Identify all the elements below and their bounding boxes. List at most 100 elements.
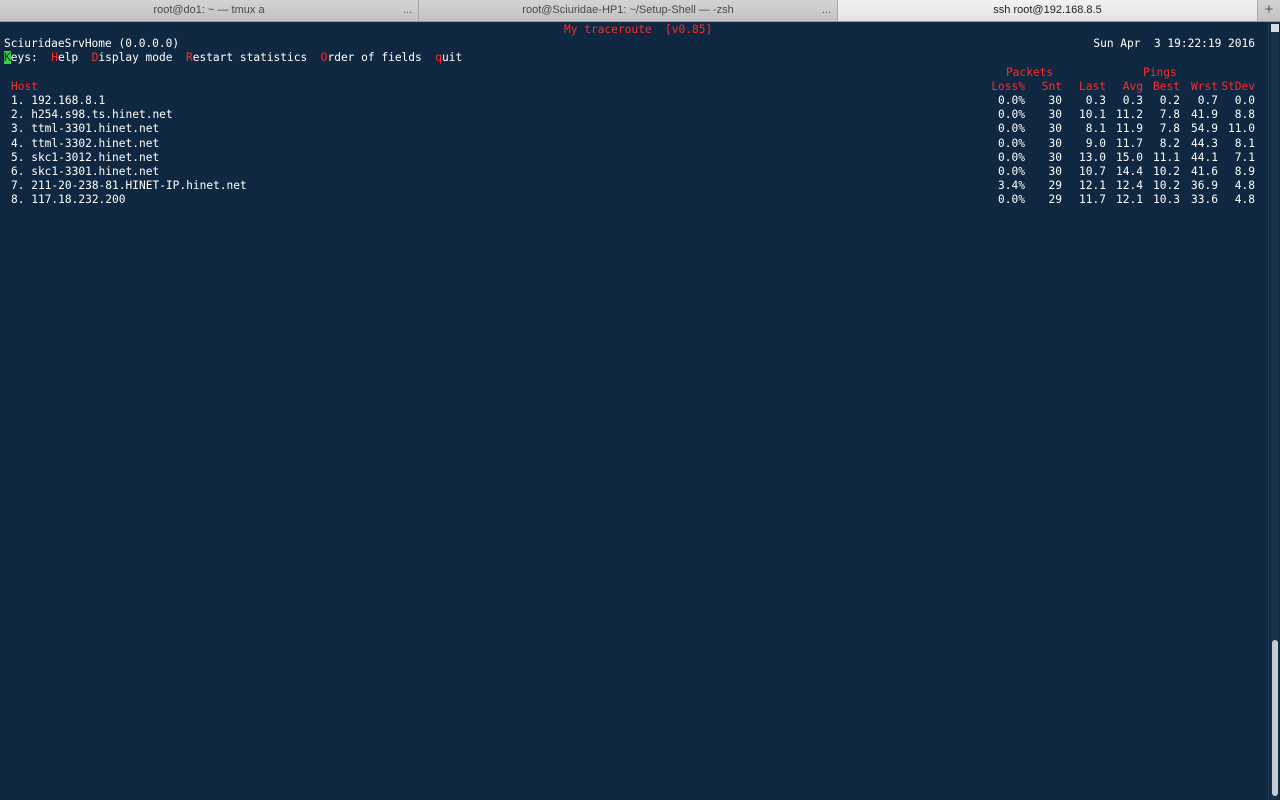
hop-host: 1. 192.168.8.1: [11, 94, 106, 107]
hop-last: 11.7: [1079, 193, 1106, 207]
hop-host: 2. h254.s98.ts.hinet.net: [11, 108, 173, 122]
key-restart[interactable]: R: [186, 51, 193, 64]
hop-stdev: 8.9: [1234, 165, 1255, 178]
hop-loss: 0.0%: [998, 122, 1025, 136]
hop-last: 13.0: [1079, 150, 1106, 164]
key-help[interactable]: H: [51, 51, 58, 64]
col-best: Best: [1153, 80, 1180, 93]
hop-stdev: 4.8: [1234, 179, 1255, 193]
hop-avg: 11.2: [1116, 108, 1143, 122]
hop-avg: 12.4: [1116, 179, 1143, 193]
keys-label: eys:: [10, 51, 38, 64]
hop-host: 6. skc1-3301.hinet.net: [11, 165, 160, 178]
hop-loss: 0.0%: [998, 150, 1025, 164]
tab-tmux[interactable]: root@do1: ~ — tmux a ...: [0, 0, 419, 21]
tab-more-icon[interactable]: ...: [822, 0, 831, 21]
hop-wrst: 44.3: [1191, 136, 1218, 150]
hop-host: 8. 117.18.232.200: [11, 193, 126, 207]
hop-snt: 30: [1048, 165, 1062, 178]
hop-loss: 0.0%: [998, 165, 1025, 178]
col-avg: Avg: [1122, 80, 1143, 93]
hop-last: 10.7: [1079, 165, 1106, 178]
hop-wrst: 0.7: [1197, 94, 1218, 107]
col-loss: Loss%: [991, 80, 1025, 93]
cursor: K: [4, 51, 11, 64]
tab-ssh[interactable]: ssh root@192.168.8.5: [838, 0, 1258, 21]
hop-snt: 29: [1048, 179, 1062, 193]
hop-best: 10.2: [1153, 179, 1180, 193]
hop-loss: 0.0%: [998, 193, 1025, 207]
scrollbar[interactable]: [1268, 22, 1280, 800]
tab-title: ssh root@192.168.8.5: [993, 4, 1102, 16]
hop-stdev: 8.1: [1234, 136, 1255, 150]
local-host: SciuridaeSrvHome (0.0.0.0): [4, 37, 180, 50]
scrollbar-thumb[interactable]: [1272, 640, 1278, 796]
hop-wrst: 44.1: [1191, 150, 1218, 164]
hop-host: 4. ttml-3302.hinet.net: [11, 136, 160, 150]
hop-snt: 29: [1048, 193, 1062, 207]
hop-avg: 15.0: [1116, 150, 1143, 164]
hop-host: 5. skc1-3012.hinet.net: [11, 150, 160, 164]
hop-last: 8.1: [1085, 122, 1106, 136]
group-packets: Packets: [1006, 66, 1054, 79]
tab-zsh[interactable]: root@Sciuridae-HP1: ~/Setup-Shell — -zsh…: [419, 0, 838, 21]
hop-snt: 30: [1048, 122, 1062, 136]
hop-host: 7. 211-20-238-81.HINET-IP.hinet.net: [11, 179, 247, 193]
hop-best: 7.8: [1159, 108, 1180, 122]
hop-stdev: 7.1: [1234, 150, 1255, 164]
hop-wrst: 33.6: [1191, 193, 1218, 207]
hop-avg: 11.9: [1116, 122, 1143, 136]
col-stdev: StDev: [1221, 80, 1255, 93]
tab-title: root@Sciuridae-HP1: ~/Setup-Shell — -zsh: [522, 4, 734, 16]
hop-stdev: 11.0: [1228, 122, 1255, 136]
hop-wrst: 41.6: [1191, 165, 1218, 178]
hop-best: 11.1: [1153, 150, 1180, 164]
datetime: Sun Apr 3 19:22:19 2016: [1093, 37, 1255, 50]
hop-snt: 30: [1048, 94, 1062, 107]
hop-avg: 14.4: [1116, 165, 1143, 178]
hop-loss: 3.4%: [998, 179, 1025, 193]
hop-stdev: 0.0: [1234, 94, 1255, 107]
hop-last: 0.3: [1085, 94, 1106, 107]
hop-wrst: 41.9: [1191, 108, 1218, 122]
hop-stdev: 8.8: [1234, 108, 1255, 122]
tab-bar: root@do1: ~ — tmux a ... root@Sciuridae-…: [0, 0, 1280, 22]
keys-line: Keys: Help Display mode Restart statisti…: [4, 51, 462, 65]
hop-loss: 0.0%: [998, 108, 1025, 122]
tab-more-icon[interactable]: ...: [403, 0, 412, 21]
tab-title: root@do1: ~ — tmux a: [153, 4, 265, 16]
hop-wrst: 54.9: [1191, 122, 1218, 136]
hop-host: 3. ttml-3301.hinet.net: [11, 122, 160, 136]
key-display-label: isplay mode: [98, 51, 173, 64]
mtr-title: My traceroute [v0.85]: [564, 23, 713, 36]
hop-snt: 30: [1048, 108, 1062, 122]
hop-snt: 30: [1048, 150, 1062, 164]
col-snt: Snt: [1041, 80, 1062, 93]
hop-avg: 0.3: [1122, 94, 1143, 107]
key-help-label: elp: [57, 51, 79, 64]
hop-wrst: 36.9: [1191, 179, 1218, 193]
hop-best: 10.2: [1153, 165, 1180, 178]
col-host: Host: [11, 80, 38, 93]
hop-avg: 12.1: [1116, 193, 1143, 207]
key-quit-label: uit: [442, 51, 463, 64]
hop-loss: 0.0%: [998, 94, 1025, 107]
hop-last: 9.0: [1085, 136, 1106, 150]
hop-best: 7.8: [1159, 122, 1180, 136]
hop-avg: 11.7: [1116, 136, 1143, 150]
key-quit[interactable]: q: [435, 51, 442, 64]
hop-snt: 30: [1048, 136, 1062, 150]
hop-last: 12.1: [1079, 179, 1106, 193]
hop-stdev: 4.8: [1234, 193, 1255, 207]
key-order-label: rder of fields: [327, 51, 422, 64]
group-pings: Pings: [1143, 66, 1177, 79]
key-restart-label: estart statistics: [192, 51, 308, 64]
terminal-window[interactable]: My traceroute [v0.85] SciuridaeSrvHome (…: [0, 22, 1268, 800]
hop-best: 10.3: [1153, 193, 1180, 207]
new-tab-button[interactable]: +: [1258, 0, 1280, 21]
hop-loss: 0.0%: [998, 136, 1025, 150]
col-last: Last: [1079, 80, 1106, 93]
hop-last: 10.1: [1079, 108, 1106, 122]
col-wrst: Wrst: [1191, 80, 1218, 93]
scrollbar-top-marker: [1271, 24, 1279, 32]
